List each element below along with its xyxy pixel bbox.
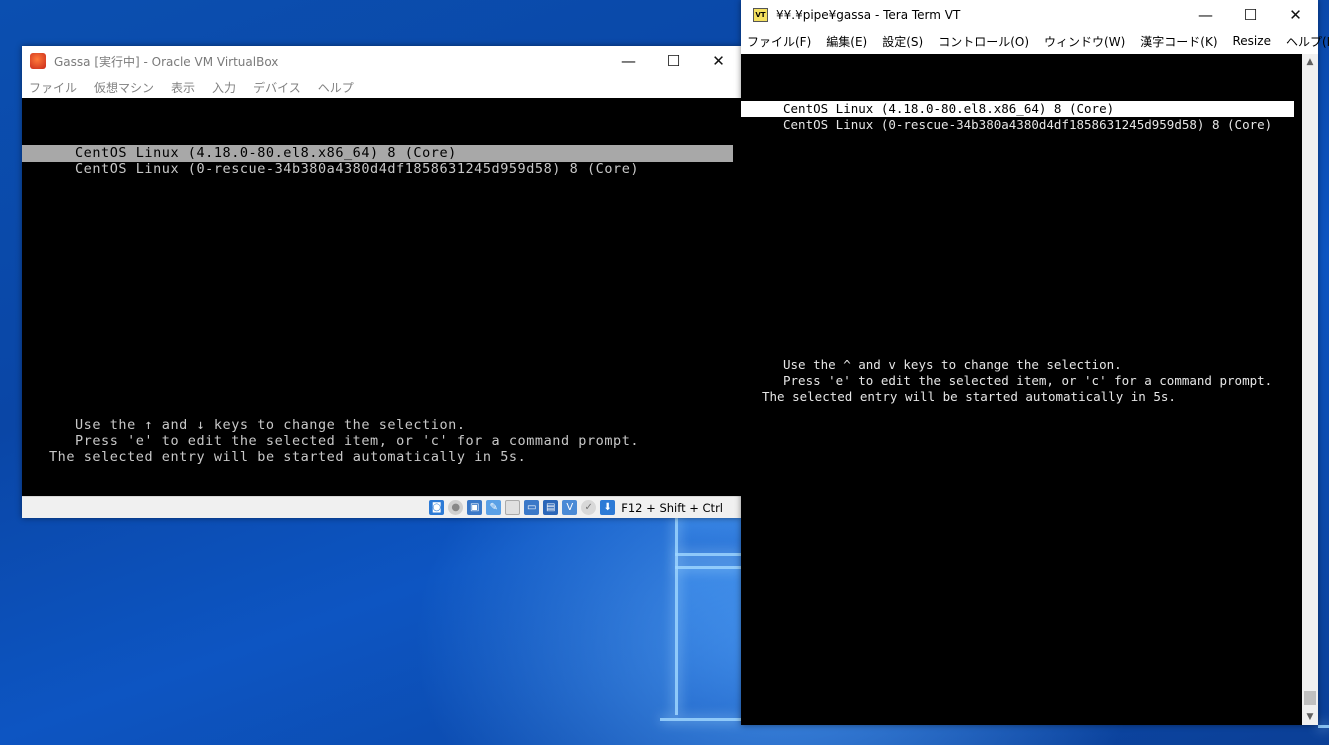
optical-drive-icon[interactable]: ● [448,500,464,515]
wallpaper-beam [1318,725,1329,728]
maximize-button[interactable]: ☐ [1228,0,1273,30]
tt-menubar: ファイル(F) 編集(E) 設定(S) コントロール(O) ウィンドウ(W) 漢… [741,30,1329,52]
display-icon[interactable]: ▭ [524,500,540,515]
tt-titlebar[interactable]: VT ¥¥.¥pipe¥gassa - Tera Term VT — ☐ ✕ [741,0,1318,30]
grub-help-line: Press 'e' to edit the selected item, or … [783,373,1273,388]
terminal-display[interactable]: CentOS Linux (4.18.0-80.el8.x86_64) 8 (C… [741,54,1302,725]
vbox-titlebar[interactable]: Gassa [実行中] - Oracle VM VirtualBox — ☐ ✕ [22,46,741,76]
menu-kanji-code[interactable]: 漢字コード(K) [1140,33,1217,50]
close-button[interactable]: ✕ [1273,0,1318,30]
menu-file[interactable]: ファイル [29,79,77,96]
wallpaper-pane [678,515,748,555]
menu-view[interactable]: 表示 [171,79,195,96]
vbox-menubar: ファイル 仮想マシン 表示 入力 デバイス ヘルプ [22,76,741,98]
menu-help[interactable]: ヘルプ [318,79,354,96]
scroll-down-arrow-icon[interactable]: ▼ [1302,709,1318,725]
vtx-icon[interactable]: V [562,500,578,515]
harddisk-icon[interactable]: ◙ [429,500,445,515]
host-key-label: F12 + Shift + Ctrl [621,500,723,515]
grub-entry[interactable]: CentOS Linux (0-rescue-34b380a4380d4df18… [783,117,1272,132]
wallpaper-pane [678,568,748,718]
grub-help-line: Press 'e' to edit the selected item, or … [75,433,640,449]
menu-resize[interactable]: Resize [1233,34,1271,48]
grub-help-line: Use the ↑ and ↓ keys to change the selec… [75,417,466,433]
menu-devices[interactable]: デバイス [253,79,301,96]
teraterm-app-icon: VT [753,8,768,22]
grub-timeout-line: The selected entry will be started autom… [49,449,527,465]
wallpaper-beam [675,553,741,556]
mouse-integration-icon[interactable]: ✓ [581,500,597,515]
shared-folder-icon[interactable] [505,500,521,515]
close-button[interactable]: ✕ [696,46,741,76]
scrollbar-thumb[interactable] [1304,691,1316,705]
grub-entry-selected[interactable]: CentOS Linux (4.18.0-80.el8.x86_64) 8 (C… [783,101,1114,116]
grub-entry-selected[interactable]: CentOS Linux (4.18.0-80.el8.x86_64) 8 (C… [75,145,457,161]
virtualbox-app-icon [30,53,46,69]
menu-input[interactable]: 入力 [212,79,236,96]
menu-machine[interactable]: 仮想マシン [94,79,154,96]
usb-icon[interactable]: ✎ [486,500,502,515]
grub-help-line: Use the ^ and v keys to change the selec… [783,357,1122,372]
minimize-button[interactable]: — [1183,0,1228,30]
vbox-window-title: Gassa [実行中] - Oracle VM VirtualBox [54,54,279,69]
video-capture-icon[interactable]: ▤ [543,500,559,515]
keyboard-capture-icon[interactable]: ⬇ [600,500,616,515]
tt-window-title: ¥¥.¥pipe¥gassa - Tera Term VT [776,8,961,22]
vbox-statusbar: ◙ ● ▣ ✎ ▭ ▤ V ✓ ⬇ F12 + Shift + Ctrl [22,496,741,518]
vm-display[interactable]: CentOS Linux (4.18.0-80.el8.x86_64) 8 (C… [22,98,741,496]
grub-timeout-line: The selected entry will be started autom… [762,389,1176,404]
maximize-button[interactable]: ☐ [651,46,696,76]
wallpaper-beam [675,515,678,715]
scroll-up-arrow-icon[interactable]: ▲ [1302,54,1318,70]
menu-edit[interactable]: 編集(E) [826,33,867,50]
grub-entry[interactable]: CentOS Linux (0-rescue-34b380a4380d4df18… [75,161,639,177]
menu-setup[interactable]: 設定(S) [882,33,923,50]
teraterm-window: VT ¥¥.¥pipe¥gassa - Tera Term VT — ☐ ✕ フ… [741,0,1329,725]
vertical-scrollbar[interactable]: ▲ ▼ [1302,54,1318,725]
minimize-button[interactable]: — [606,46,651,76]
menu-control[interactable]: コントロール(O) [938,33,1029,50]
network-icon[interactable]: ▣ [467,500,483,515]
menu-file[interactable]: ファイル(F) [747,33,811,50]
wallpaper-beam [660,718,741,721]
virtualbox-window: Gassa [実行中] - Oracle VM VirtualBox — ☐ ✕… [22,46,741,518]
wallpaper-beam [675,566,741,569]
menu-help[interactable]: ヘルプ(H) [1286,33,1329,50]
menu-window[interactable]: ウィンドウ(W) [1044,33,1125,50]
